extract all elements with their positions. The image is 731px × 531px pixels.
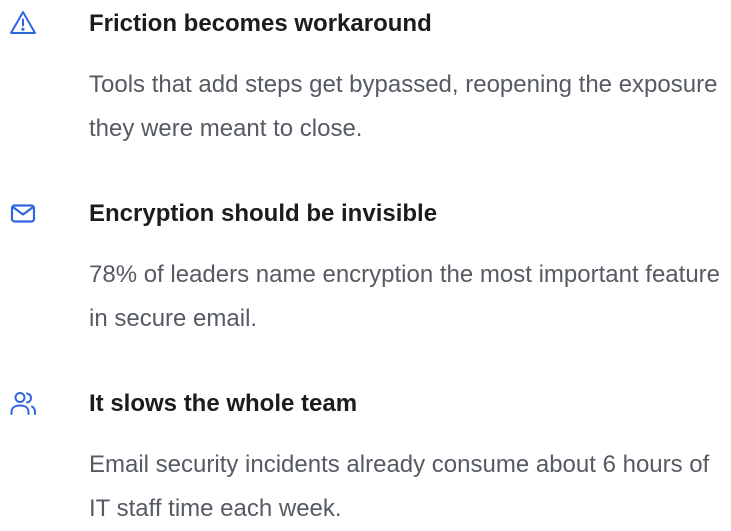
mail-icon bbox=[8, 198, 38, 228]
feature-list: Friction becomes workaround Tools that a… bbox=[0, 0, 731, 522]
feature-description: Tools that add steps get bypassed, reope… bbox=[89, 71, 718, 142]
feature-title: Encryption should be invisible bbox=[89, 200, 438, 227]
feature-description: 78% of leaders name encryption the most … bbox=[89, 261, 721, 332]
users-icon bbox=[8, 388, 38, 418]
feature-title: It slows the whole team bbox=[89, 390, 358, 417]
feature-title: Friction becomes workaround bbox=[89, 10, 432, 37]
feature-description: Email security incidents already consume… bbox=[89, 451, 710, 522]
warning-triangle-icon bbox=[8, 8, 38, 38]
